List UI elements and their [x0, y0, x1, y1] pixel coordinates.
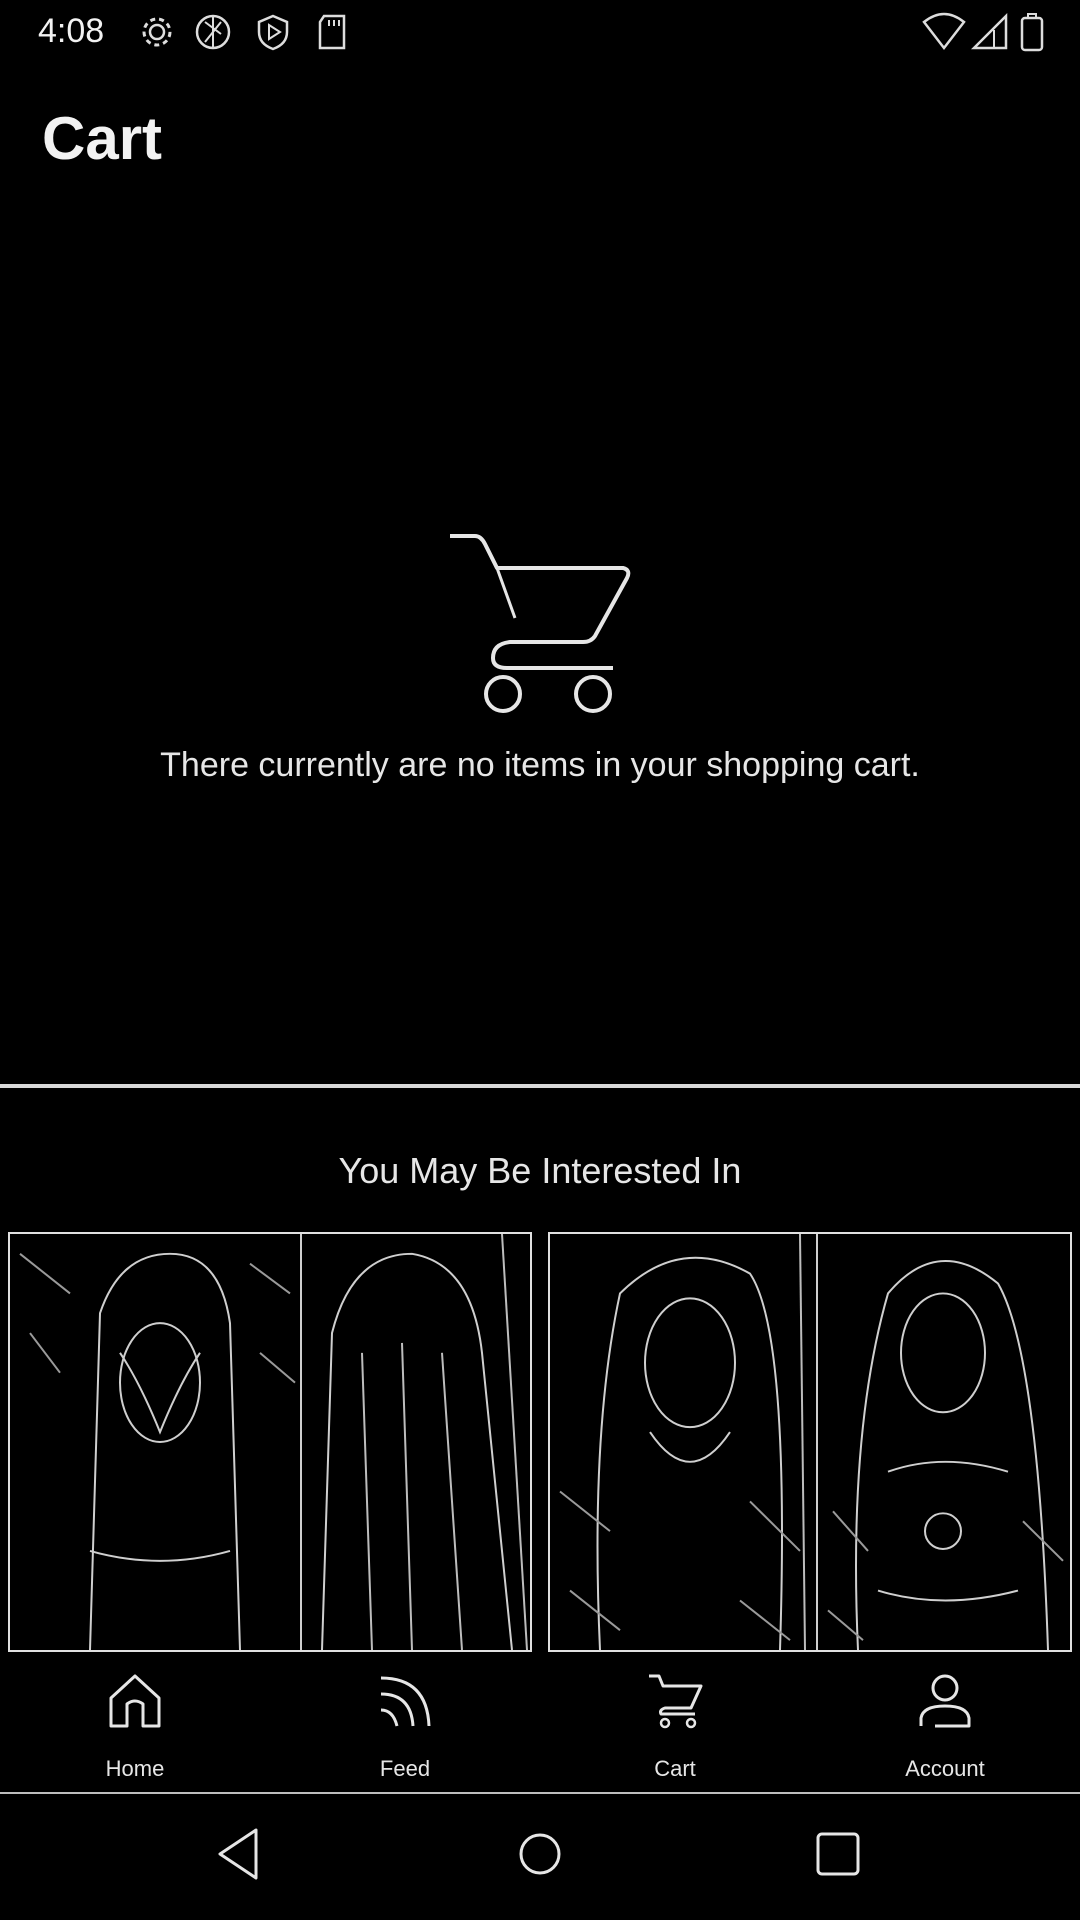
battery-icon — [1018, 12, 1046, 52]
sd-card-icon — [312, 12, 352, 52]
product-card-1[interactable] — [8, 1232, 532, 1652]
nav-item-home[interactable]: Home — [0, 1656, 270, 1792]
recents-icon[interactable] — [808, 1824, 868, 1884]
nav-label: Home — [105, 1756, 165, 1781]
back-icon[interactable] — [210, 1824, 270, 1884]
page-title: Cart — [42, 105, 163, 172]
nav-label: Cart — [654, 1756, 696, 1781]
play-protect-icon — [253, 12, 293, 52]
product-photo — [302, 1234, 530, 1650]
shopping-cart-icon — [445, 528, 635, 714]
wifi-icon — [922, 12, 966, 52]
empty-cart-message: There currently are no items in your sho… — [160, 746, 920, 784]
feed-icon — [375, 1670, 435, 1730]
home-icon — [105, 1670, 165, 1730]
bottom-nav: Home Feed Cart Account — [0, 1656, 1080, 1792]
account-icon — [915, 1670, 975, 1730]
home-circle-icon[interactable] — [510, 1824, 570, 1884]
system-nav-bar — [0, 1794, 1080, 1920]
product-photo — [10, 1234, 300, 1650]
product-photo — [550, 1234, 816, 1650]
nav-item-feed[interactable]: Feed — [270, 1656, 540, 1792]
nav-label: Feed — [379, 1756, 431, 1781]
nav-label: Account — [905, 1756, 985, 1781]
gear-icon — [137, 12, 177, 52]
product-card-2[interactable] — [548, 1232, 1072, 1652]
cart-icon — [645, 1670, 705, 1730]
status-time: 4:08 — [38, 12, 105, 50]
section-divider — [0, 1084, 1080, 1088]
signal-icon — [970, 12, 1010, 52]
shutter-icon — [193, 12, 233, 52]
nav-item-account[interactable]: Account — [810, 1656, 1080, 1792]
recommendations-heading: You May Be Interested In — [338, 1150, 742, 1191]
product-photo — [818, 1234, 1070, 1650]
status-bar: 4:08 — [0, 0, 1080, 66]
cart-screen: 4:08 Cart There currently are no items i… — [0, 0, 1080, 1920]
nav-item-cart[interactable]: Cart — [540, 1656, 810, 1792]
